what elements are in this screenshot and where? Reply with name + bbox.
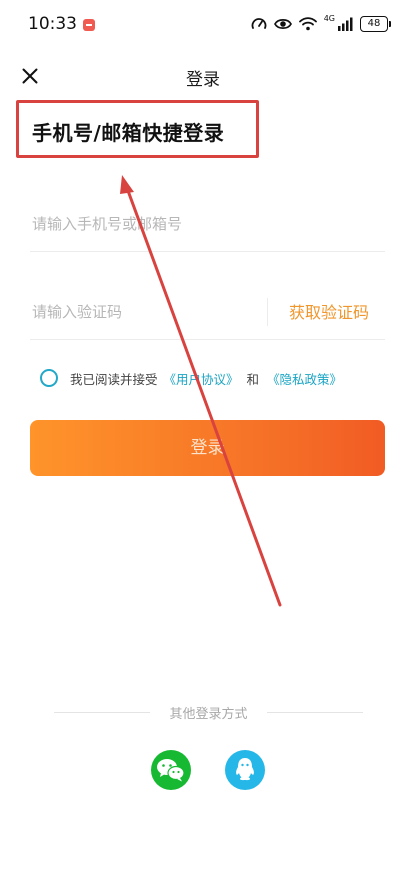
network-type-label: 4G [323, 14, 335, 23]
battery-icon: 48 [360, 16, 391, 32]
login-button[interactable]: 登录 [30, 420, 385, 476]
status-icons: 4G 48 [251, 14, 391, 34]
login-heading: 手机号/邮箱快捷登录 [32, 121, 225, 145]
code-input[interactable] [32, 300, 252, 324]
heading-highlight-box: 手机号/邮箱快捷登录 [16, 100, 259, 158]
page-title: 登录 [186, 70, 220, 90]
account-field [30, 196, 385, 252]
qq-icon [236, 758, 254, 781]
wechat-icon [157, 759, 185, 782]
wechat-login-button[interactable] [151, 750, 191, 790]
wifi-icon [298, 17, 317, 31]
user-agreement-link[interactable]: 《用户协议》 [164, 369, 239, 388]
divider-line-right [267, 712, 363, 713]
agreement-checkbox[interactable] [40, 369, 58, 387]
other-login-divider: 其他登录方式 [54, 702, 363, 722]
agreement-row: 我已阅读并接受 《用户协议》 和 《隐私政策》 [40, 367, 342, 389]
status-time: 10:33 [28, 14, 77, 34]
cellular-signal-icon [338, 17, 353, 31]
get-code-button[interactable]: 获取验证码 [289, 299, 369, 323]
eye-icon [273, 19, 292, 29]
privacy-policy-link[interactable]: 《隐私政策》 [267, 369, 342, 388]
speedometer-icon [251, 18, 267, 29]
qq-login-button[interactable] [225, 750, 265, 790]
account-input[interactable] [32, 212, 252, 236]
agreement-and: 和 [246, 371, 260, 387]
agreement-prefix: 我已阅读并接受 [70, 371, 158, 387]
app-notification-icon [83, 19, 95, 31]
field-divider [267, 298, 268, 326]
status-bar: 10:33 4G 48 [0, 0, 406, 48]
code-field: 获取验证码 [30, 284, 385, 340]
nav-bar: 登录 [0, 56, 406, 96]
